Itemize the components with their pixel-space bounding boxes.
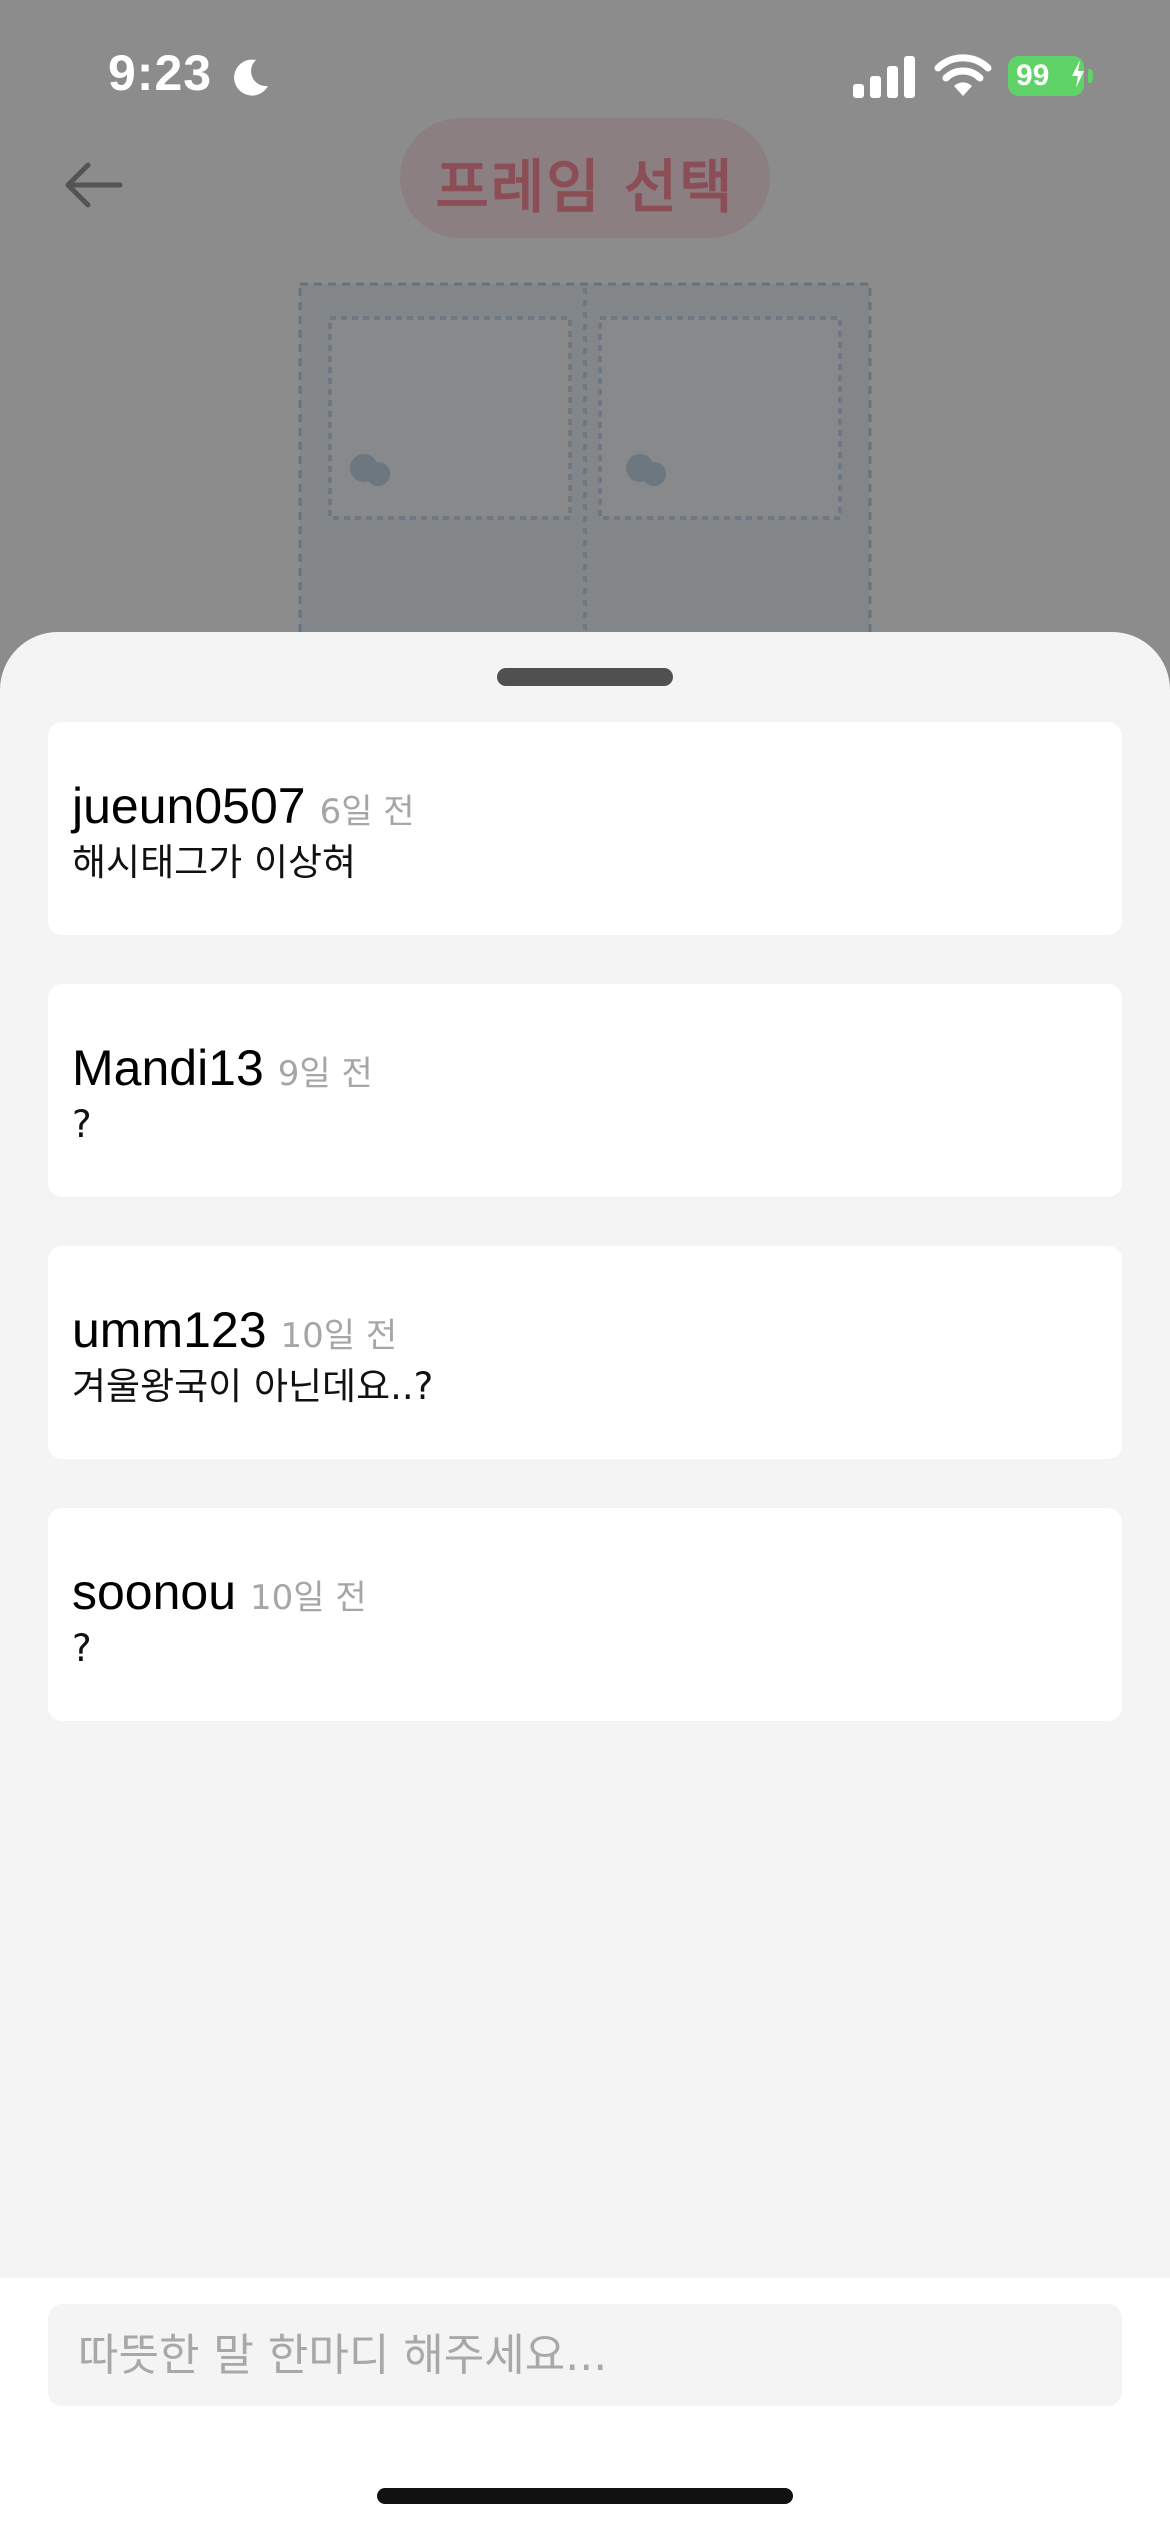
comment-text: ? (72, 1103, 92, 1146)
comment-header: jueun0507 6일 전 (72, 776, 1098, 836)
comments-sheet: jueun0507 6일 전 해시태그가 이상혀 Mandi13 9일 전 ? um… (0, 632, 1170, 2532)
battery-percent: 99 (1016, 59, 1050, 92)
comment-text: ? (72, 1627, 92, 1670)
status-bar: 9:23 99 (0, 0, 1170, 150)
comment-item[interactable]: soonou 10일 전 ? (48, 1508, 1122, 1721)
comment-header: umm123 10일 전 (72, 1300, 1098, 1360)
status-time: 9:23 (108, 45, 213, 101)
comment-timestamp: 6일 전 (319, 792, 415, 832)
comment-header: Mandi13 9일 전 (72, 1038, 1098, 1098)
comment-username: jueun0507 (72, 778, 306, 834)
comment-header: soonou 10일 전 (72, 1562, 1098, 1622)
battery-cap (1088, 69, 1093, 83)
moon-icon (234, 59, 268, 96)
comment-username: umm123 (72, 1302, 267, 1358)
home-indicator[interactable] (377, 2488, 793, 2504)
comment-item[interactable]: umm123 10일 전 겨울왕국이 아닌데요..? (48, 1246, 1122, 1459)
comment-text: 겨울왕국이 아닌데요..? (72, 1365, 434, 1408)
comment-timestamp: 9일 전 (277, 1054, 373, 1094)
signal-icon (853, 56, 915, 98)
wifi-icon (934, 54, 992, 96)
comment-username: Mandi13 (72, 1040, 264, 1096)
comment-item[interactable]: jueun0507 6일 전 해시태그가 이상혀 (48, 722, 1122, 935)
charging-bolt-icon (1072, 60, 1084, 88)
comment-item[interactable]: Mandi13 9일 전 ? (48, 984, 1122, 1197)
comment-text: 해시태그가 이상혀 (72, 841, 357, 884)
comment-username: soonou (72, 1564, 237, 1620)
comment-timestamp: 10일 전 (250, 1578, 367, 1618)
comment-timestamp: 10일 전 (280, 1316, 398, 1356)
comment-list: jueun0507 6일 전 해시태그가 이상혀 Mandi13 9일 전 ? um… (48, 722, 1122, 1770)
sheet-grabber[interactable] (497, 668, 673, 686)
battery-icon: 99 (1008, 54, 1093, 98)
comment-input[interactable] (48, 2304, 1122, 2406)
